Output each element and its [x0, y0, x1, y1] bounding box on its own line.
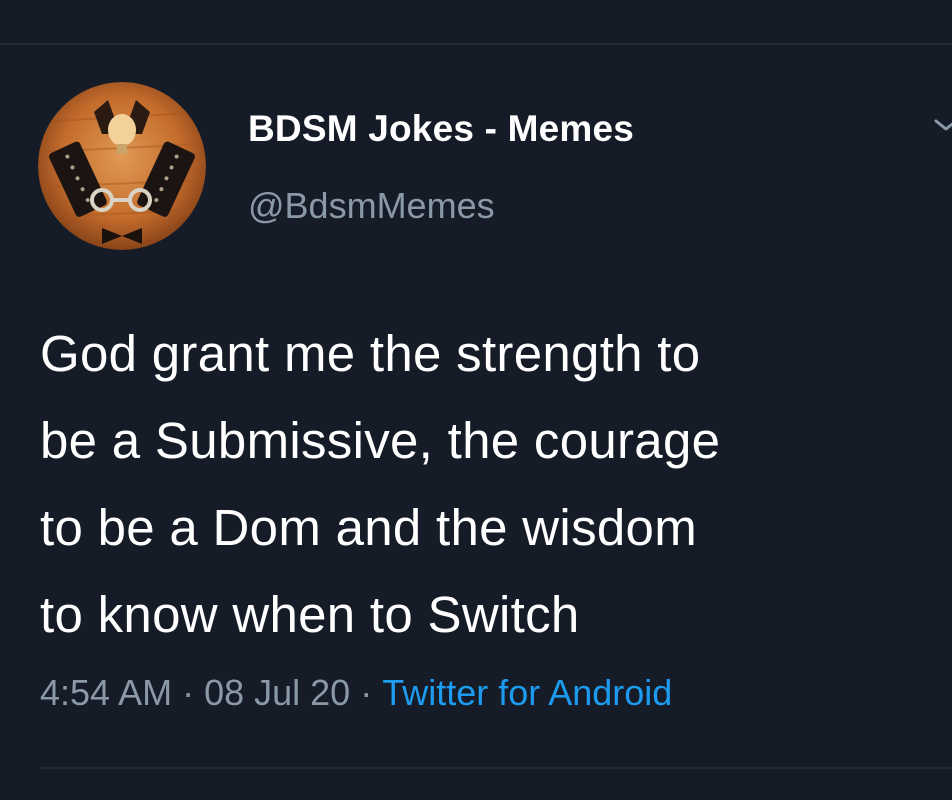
- tweet-line: God grant me the strength to: [40, 325, 701, 382]
- bottom-divider: [40, 767, 952, 769]
- meta-separator: ·: [182, 672, 195, 713]
- meta-separator: ·: [360, 672, 373, 713]
- tweet-source-link[interactable]: Twitter for Android: [382, 672, 672, 713]
- tweet-text: God grant me the strength to be a Submis…: [40, 310, 945, 658]
- chevron-down-icon[interactable]: [928, 110, 952, 140]
- display-name[interactable]: BDSM Jokes - Memes: [248, 108, 634, 150]
- avatar-image: [38, 82, 206, 250]
- tweet-time[interactable]: 4:54 AM: [40, 672, 172, 713]
- top-divider: [0, 43, 952, 45]
- tweet-metadata: 4:54 AM · 08 Jul 20 · Twitter for Android: [40, 672, 672, 714]
- tweet-line: to know when to Switch: [40, 586, 580, 643]
- tweet-date[interactable]: 08 Jul 20: [204, 672, 350, 713]
- avatar[interactable]: [38, 82, 206, 250]
- tweet-line: be a Submissive, the courage: [40, 412, 721, 469]
- tweet-line: to be a Dom and the wisdom: [40, 499, 697, 556]
- account-handle[interactable]: @BdsmMemes: [248, 185, 495, 227]
